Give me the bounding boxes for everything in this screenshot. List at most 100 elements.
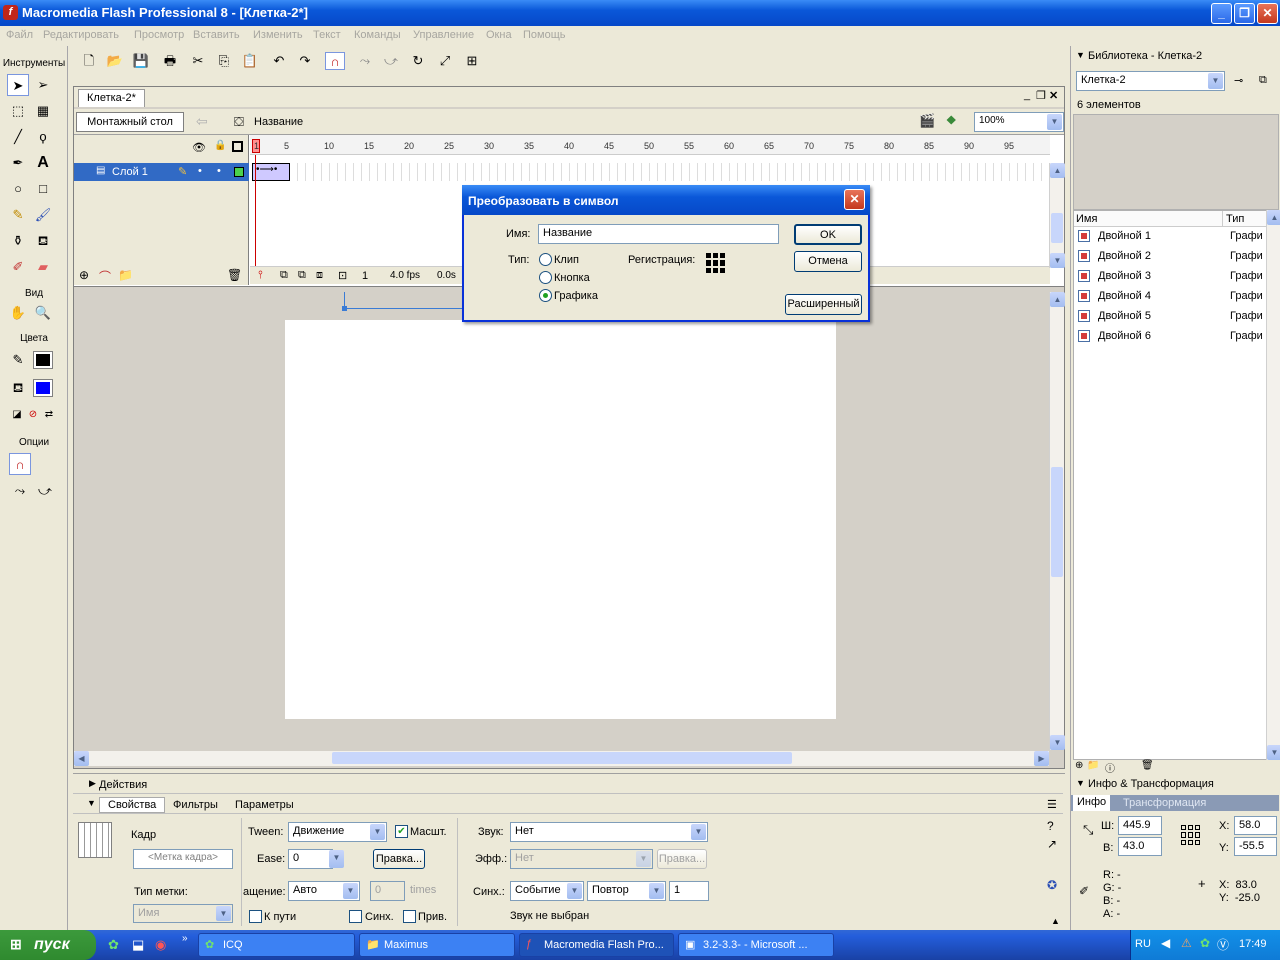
selection-bounding-box[interactable] (344, 292, 464, 309)
cut-icon[interactable]: ✂ (188, 52, 208, 70)
delete-layer-icon[interactable]: 🗑 (227, 268, 242, 282)
type-button-label[interactable]: Кнопка (554, 272, 590, 284)
sync-select[interactable]: Событие ▼ (510, 881, 584, 901)
timeline-scrollbar[interactable]: ▲ ▼ (1049, 163, 1065, 268)
onion-outline-icon[interactable]: ⧉ (298, 269, 306, 282)
layer-row[interactable]: ▤ Слой 1 ✎ • • (74, 163, 249, 181)
rectangle-tool-icon[interactable]: □ (32, 178, 54, 200)
properties-icon[interactable]: ⓘ (1105, 760, 1115, 775)
accessibility-icon[interactable]: ✪ (1047, 878, 1057, 892)
doc-close-icon[interactable]: ✕ (1049, 89, 1058, 102)
ease-slider-arrow[interactable]: ▼ (329, 849, 345, 869)
rotate-icon[interactable]: ↻ (408, 52, 428, 70)
edit-scene-icon[interactable]: 🎬 (919, 113, 935, 129)
scroll-thumb[interactable] (1051, 213, 1063, 243)
scroll-thumb[interactable] (1051, 467, 1063, 577)
registration-grid[interactable] (1181, 825, 1201, 845)
start-button[interactable]: ⊞ пуск (0, 930, 96, 960)
x-input[interactable]: 58.0 (1234, 816, 1277, 835)
library-item[interactable]: Двойной 2 Графи (1074, 247, 1270, 267)
new-file-icon[interactable]: 🗋 (79, 52, 99, 70)
paste-icon[interactable]: 📋 (240, 52, 260, 70)
ease-edit-button[interactable]: Правка... (373, 849, 425, 869)
scene-button[interactable]: Монтажный стол (76, 112, 184, 132)
scroll-down-icon[interactable]: ▼ (1267, 745, 1280, 760)
menu-insert[interactable]: Вставить (193, 29, 240, 41)
height-input[interactable]: 43.0 (1118, 837, 1162, 856)
library-header[interactable]: ▼ Библиотека - Клетка-2 (1071, 48, 1279, 66)
collapse-arrow-icon[interactable]: ▼ (1076, 778, 1085, 788)
icq-quicklaunch-icon[interactable]: ✿ (108, 937, 119, 953)
zoom-tool-icon[interactable]: 🔍 (32, 302, 54, 324)
snap-checkbox[interactable] (403, 910, 416, 923)
type-button-radio[interactable] (539, 271, 552, 284)
pencil-tool-icon[interactable]: ✎ (7, 204, 29, 226)
symbol-name-input[interactable]: Название (538, 224, 779, 244)
outline-icon[interactable] (232, 141, 243, 152)
close-button[interactable]: ✕ (1257, 3, 1278, 24)
more-quicklaunch-icon[interactable]: » (182, 933, 188, 944)
repeat-count-input[interactable]: 1 (669, 881, 709, 901)
snap-magnet-icon[interactable]: ∩ (325, 52, 345, 70)
eraser-tool-icon[interactable]: ▰ (32, 256, 54, 278)
language-indicator[interactable]: RU (1135, 938, 1151, 950)
edit-symbols-icon[interactable]: ⯁ (946, 113, 956, 129)
type-graphic-radio[interactable] (539, 289, 552, 302)
center-frame-icon[interactable]: ⫯ (258, 269, 263, 282)
smooth-toolbar-icon[interactable]: ⤳ (355, 52, 375, 70)
collapse-arrow-icon[interactable]: ▼ (1076, 50, 1085, 60)
collapse-arrow-icon[interactable]: ▼ (87, 798, 96, 808)
menu-help[interactable]: Помощь (523, 29, 566, 41)
straighten-icon[interactable]: ⤻ (34, 480, 56, 502)
library-scrollbar[interactable]: ▲ ▼ (1266, 210, 1280, 760)
scroll-right-icon[interactable]: ▶ (1034, 751, 1049, 766)
task-flash[interactable]: ƒ Macromedia Flash Pro... (519, 933, 674, 957)
visibility-dot[interactable]: • (198, 165, 202, 177)
scroll-up-icon[interactable]: ▲ (1050, 163, 1065, 178)
help-icon[interactable]: ? (1047, 819, 1054, 833)
maximize-button[interactable]: ❐ (1234, 3, 1255, 24)
rotate-times-input[interactable]: 0 (370, 881, 405, 901)
new-symbol-icon[interactable]: ⊕ (1075, 760, 1083, 771)
line-tool-icon[interactable]: ╱ (7, 126, 29, 148)
text-tool-icon[interactable]: A (32, 152, 54, 174)
tween-select[interactable]: Движение ▼ (288, 822, 387, 842)
library-item[interactable]: Двойной 6 Графи (1074, 327, 1270, 347)
cancel-button[interactable]: Отмена (794, 251, 862, 272)
frame-row[interactable]: •⟶• (250, 163, 1050, 181)
tab-properties[interactable]: Свойства (99, 797, 166, 813)
tab-transform[interactable]: Трансформация (1123, 797, 1206, 809)
menu-file[interactable]: Файл (6, 29, 33, 41)
free-transform-tool-icon[interactable]: ⬚ (7, 100, 29, 122)
snap-to-objects-icon[interactable]: ∩ (9, 453, 31, 475)
hand-tool-icon[interactable]: ✋ (7, 302, 29, 324)
redo-icon[interactable]: ↷ (295, 52, 315, 70)
rotate-select[interactable]: Авто ▼ (288, 881, 360, 901)
print-icon[interactable]: 🖶 (160, 52, 180, 70)
minimize-button[interactable]: _ (1211, 3, 1232, 24)
tab-filters[interactable]: Фильтры (173, 799, 218, 811)
scroll-down-icon[interactable]: ▼ (1050, 735, 1065, 750)
scale-icon[interactable]: ⤢ (435, 52, 455, 70)
collapse-panel-icon[interactable]: ▲ (1051, 916, 1060, 926)
frame-label-input[interactable]: <Метка кадра> (133, 849, 233, 869)
scale-checkbox[interactable]: ✔ (395, 825, 408, 838)
menu-window[interactable]: Окна (486, 29, 512, 41)
stage-horizontal-scrollbar[interactable]: ◀ ▶ (74, 751, 1049, 766)
brush-tool-icon[interactable]: 🖌 (32, 204, 54, 226)
task-word[interactable]: ▣ 3.2-3.3- - Microsoft ... (678, 933, 834, 957)
library-document-select[interactable]: Клетка-2 ▼ (1076, 71, 1225, 91)
add-layer-icon[interactable]: ⊕ (79, 268, 89, 282)
panel-menu-icon[interactable]: ☰ (1047, 798, 1057, 811)
registration-grid[interactable] (706, 253, 726, 273)
orient-to-path-checkbox[interactable] (249, 910, 262, 923)
lock-icon[interactable]: 🔒 (214, 140, 226, 151)
scroll-up-icon[interactable]: ▲ (1050, 292, 1065, 307)
straighten-toolbar-icon[interactable]: ⤻ (381, 52, 401, 70)
task-maximus[interactable]: 📁 Maximus (359, 933, 515, 957)
onion-markers-icon[interactable]: ⊡ (338, 269, 347, 282)
menu-modify[interactable]: Изменить (253, 29, 303, 41)
tab-parameters[interactable]: Параметры (235, 799, 294, 811)
stroke-color-swatch[interactable] (33, 351, 53, 369)
eye-icon[interactable]: 👁 (192, 141, 206, 154)
